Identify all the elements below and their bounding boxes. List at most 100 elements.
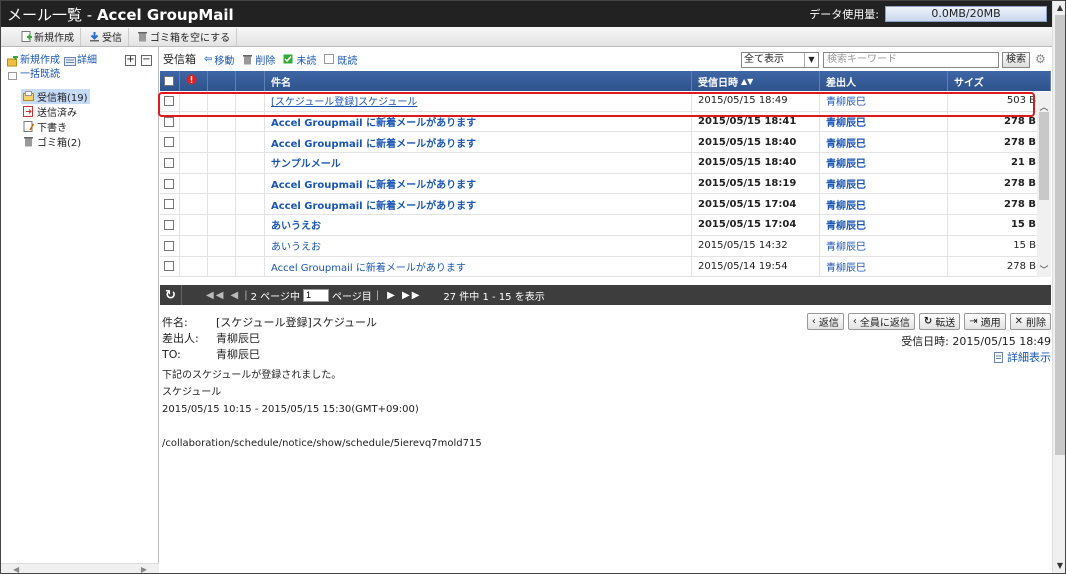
priority-header[interactable] — [180, 71, 208, 91]
list-scroll-thumb[interactable] — [1039, 112, 1049, 200]
sidebar-new-button[interactable]: 新規作成 — [7, 54, 60, 68]
column-size[interactable]: サイズ — [948, 71, 1051, 91]
table-row[interactable]: サンプルメール 2015/05/15 18:40 青柳辰巳 21 B — [160, 153, 1051, 174]
receive-label: 受信 — [102, 33, 122, 44]
row-from-link[interactable]: 青柳辰巳 — [826, 259, 866, 274]
row-date: 2015/05/15 17:04 — [692, 215, 820, 235]
row-priority-cell — [180, 194, 208, 215]
reply-all-button[interactable]: ‹ 全員に返信 — [847, 313, 915, 330]
row-checkbox[interactable] — [164, 199, 174, 210]
row-checkbox[interactable] — [164, 157, 174, 168]
mark-read-button[interactable]: 既読 — [324, 52, 357, 67]
table-row[interactable]: あいうえお 2015/05/15 14:32 青柳辰巳 15 B — [160, 235, 1051, 257]
row-from-link[interactable]: 青柳辰巳 — [826, 176, 866, 191]
detail-view-link[interactable]: 詳細表示 — [994, 349, 1051, 365]
new-folder-icon — [7, 54, 18, 67]
receive-button[interactable]: 受信 — [83, 27, 129, 46]
new-mail-button[interactable]: 新規作成 — [15, 27, 81, 46]
folder-drafts[interactable]: 下書き — [21, 119, 90, 134]
detail-list-icon — [64, 56, 76, 67]
row-checkbox[interactable] — [164, 219, 174, 230]
reply-button[interactable]: ‹ 返信 — [806, 313, 844, 330]
row-subject-cell: サンプルメール — [265, 153, 692, 173]
trash-icon — [242, 54, 253, 65]
scroll-left-icon[interactable]: ◀ — [13, 565, 19, 573]
folder-inbox[interactable]: 受信箱(19) — [21, 89, 90, 104]
collapse-all-button[interactable]: − — [141, 55, 152, 66]
mail-window: メール一覧 - Accel GroupMail データ使用量: 0.0MB/20… — [0, 0, 1066, 574]
list-scrollbar[interactable]: ︿ ﹀ — [1037, 92, 1051, 277]
row-subject-link[interactable]: Accel Groupmail に新着メールがあります — [271, 197, 476, 212]
search-input[interactable]: 検索キーワード — [823, 52, 999, 68]
unread-label: 未読 — [296, 55, 317, 67]
gear-icon[interactable]: ⚙ — [1035, 53, 1047, 65]
read-label: 既読 — [337, 55, 358, 67]
delete-button[interactable]: 削除 — [242, 52, 275, 67]
row-checkbox-cell — [160, 194, 180, 215]
row-attach-cell — [236, 173, 265, 194]
first-prev-page-icons[interactable]: ◀◀ ◀ — [206, 290, 240, 301]
row-from-link[interactable]: 青柳辰巳 — [826, 238, 866, 253]
row-from-link[interactable]: 青柳辰巳 — [826, 197, 866, 212]
column-received[interactable]: 受信日時 ▲▼ — [692, 71, 820, 91]
table-row[interactable]: あいうえお 2015/05/15 17:04 青柳辰巳 15 B — [160, 215, 1051, 236]
row-checkbox-cell — [160, 153, 180, 173]
row-subject-link[interactable]: サンプルメール — [271, 155, 341, 170]
mark-unread-button[interactable]: 未読 — [283, 52, 316, 67]
window-scrollbar[interactable]: ▲ ▼ — [1052, 1, 1065, 573]
table-row[interactable]: Accel Groupmail に新着メールがあります 2015/05/15 1… — [160, 194, 1051, 216]
scroll-down-icon[interactable]: ▼ — [1053, 561, 1065, 573]
mark-all-read-button[interactable]: 一括既読 — [7, 68, 60, 82]
status-header-2 — [236, 71, 265, 91]
scroll-right-icon[interactable]: ▶ — [141, 565, 147, 573]
filter-select[interactable]: 全て表示 ▼ — [741, 52, 819, 68]
chevron-up-icon[interactable]: ︿ — [1037, 100, 1051, 113]
preview-subject: [スケジュール登録]スケジュール — [216, 316, 378, 329]
column-from[interactable]: 差出人 — [820, 71, 948, 91]
new-mail-label: 新規作成 — [34, 33, 74, 44]
row-from-link[interactable]: 青柳辰巳 — [826, 217, 866, 232]
column-subject[interactable]: 件名 — [265, 71, 692, 91]
row-checkbox[interactable] — [164, 116, 174, 127]
row-subject-link[interactable]: Accel Groupmail に新着メールがあります — [271, 135, 476, 150]
chevron-down-icon[interactable]: ﹀ — [1037, 263, 1051, 276]
select-all-checkbox[interactable] — [164, 76, 174, 86]
sidebar-detail-button[interactable]: 詳細 — [64, 54, 97, 68]
reply-icon: ‹ — [811, 316, 816, 327]
search-button[interactable]: 検索 — [1002, 52, 1030, 68]
apply-button[interactable]: ⇥ 適用 — [964, 313, 1006, 330]
folder-sent[interactable]: 送信済み — [21, 104, 90, 119]
delete-mail-button[interactable]: ✕ 削除 — [1009, 313, 1051, 330]
row-checkbox-cell — [160, 215, 180, 235]
row-checkbox[interactable] — [164, 240, 174, 251]
move-button[interactable]: ⇦ 移動 — [204, 52, 234, 67]
next-last-page-icons[interactable]: ▶ ▶▶ — [387, 290, 421, 301]
row-checkbox[interactable] — [164, 261, 174, 272]
row-priority-cell — [180, 215, 208, 235]
empty-trash-button[interactable]: ゴミ箱を空にする — [131, 27, 238, 46]
row-from-link[interactable]: 青柳辰巳 — [826, 135, 866, 150]
row-checkbox[interactable] — [164, 178, 174, 189]
row-subject-link[interactable]: Accel Groupmail に新着メールがあります — [271, 176, 476, 191]
row-checkbox[interactable] — [164, 137, 174, 148]
apply-label: 適用 — [980, 318, 1001, 329]
forward-button[interactable]: ↻ 転送 — [918, 313, 961, 330]
table-row[interactable]: Accel Groupmail に新着メールがあります 2015/05/14 1… — [160, 256, 1051, 278]
row-from-link[interactable]: 青柳辰巳 — [826, 155, 866, 170]
table-row[interactable]: Accel Groupmail に新着メールがあります 2015/05/15 1… — [160, 173, 1051, 195]
row-subject-link[interactable]: Accel Groupmail に新着メールがあります — [271, 259, 466, 274]
folder-pane-hscrollbar[interactable]: ◀ ▶ — [1, 563, 159, 573]
refresh-button[interactable]: ↻ — [160, 285, 182, 305]
row-checkbox-cell — [160, 132, 180, 153]
table-row[interactable]: Accel Groupmail に新着メールがあります 2015/05/15 1… — [160, 132, 1051, 154]
body-line: /collaboration/schedule/notice/show/sche… — [162, 438, 482, 449]
row-attach-cell — [236, 132, 265, 153]
expand-all-button[interactable]: + — [125, 55, 136, 66]
page-number-input[interactable] — [302, 288, 329, 302]
window-scroll-thumb[interactable] — [1055, 15, 1065, 455]
row-subject-link[interactable]: あいうえお — [271, 217, 321, 232]
row-subject-link[interactable]: あいうえお — [271, 238, 321, 253]
folder-trash[interactable]: ゴミ箱(2) — [21, 134, 90, 149]
row-subject-cell: Accel Groupmail に新着メールがあります — [265, 132, 692, 153]
scroll-up-icon[interactable]: ▲ — [1053, 3, 1065, 15]
